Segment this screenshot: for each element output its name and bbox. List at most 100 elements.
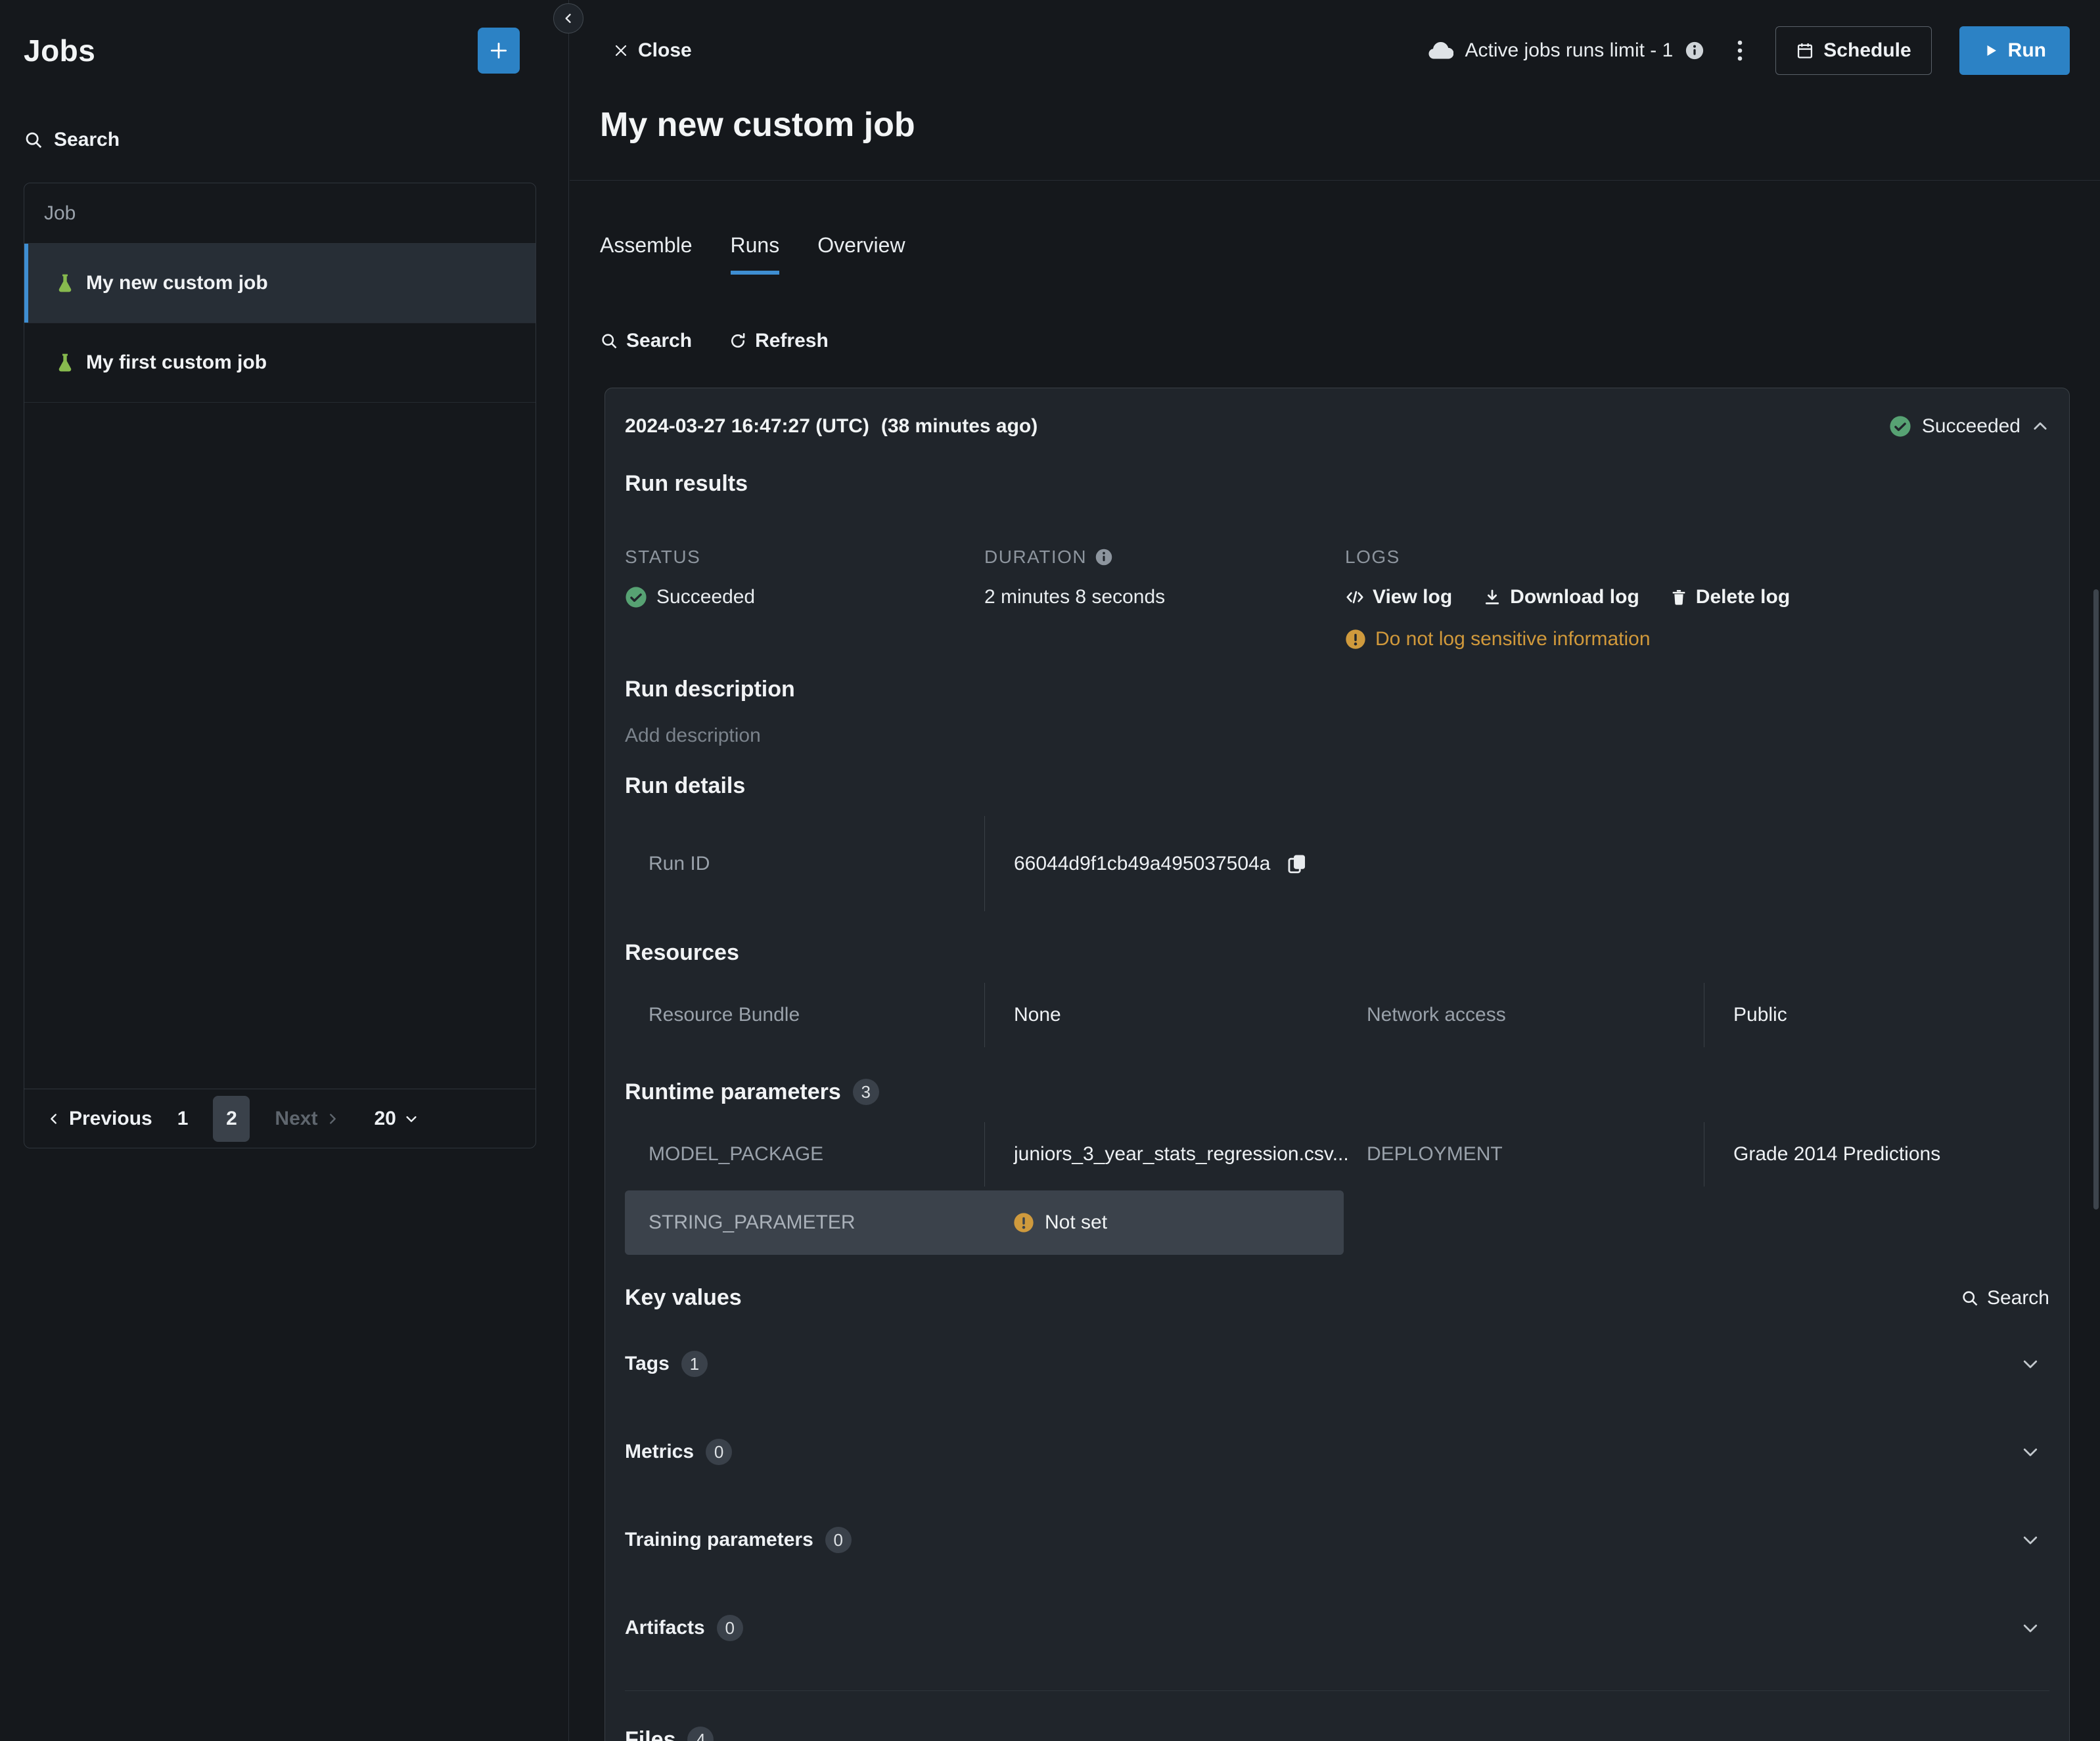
pagination-next-label: Next	[275, 1108, 317, 1130]
copy-run-id-button[interactable]	[1286, 853, 1308, 875]
copy-icon	[1286, 853, 1308, 875]
status-value-text: Succeeded	[656, 586, 755, 608]
key-values-heading: Key values	[625, 1285, 742, 1311]
schedule-button[interactable]: Schedule	[1775, 26, 1931, 75]
key-values-search-button[interactable]: Search	[1961, 1287, 2049, 1309]
logs-column-label: LOGS	[1345, 527, 2049, 568]
job-list-item-selected[interactable]: My new custom job	[24, 244, 536, 323]
jobs-list-empty-space	[24, 403, 536, 1089]
run-timestamp-ago: (38 minutes ago)	[881, 415, 1038, 438]
check-circle-icon	[625, 586, 647, 608]
run-timestamp: 2024-03-27 16:47:27 (UTC) (38 minutes ag…	[625, 415, 1038, 438]
trash-icon	[1670, 588, 1688, 606]
runtime-parameters-heading: Runtime parameters 3	[625, 1079, 2049, 1105]
pagination-next-button[interactable]: Next	[275, 1108, 340, 1130]
more-options-menu-button[interactable]	[1732, 39, 1748, 62]
run-button[interactable]: Run	[1959, 26, 2070, 75]
runtime-parameters-count-badge: 3	[853, 1079, 879, 1105]
job-list-item[interactable]: My first custom job	[24, 323, 536, 403]
artifacts-section-toggle[interactable]: Artifacts 0	[625, 1584, 2049, 1672]
tab-runs[interactable]: Runs	[731, 233, 780, 275]
download-icon	[1482, 587, 1502, 607]
log-sensitive-warning-text: Do not log sensitive information	[1375, 628, 1651, 650]
resource-bundle-label: Resource Bundle	[625, 983, 984, 1047]
run-id-value-cell: 66044d9f1cb49a495037504a	[984, 816, 1367, 911]
search-icon	[1961, 1289, 1979, 1307]
tags-section-toggle[interactable]: Tags 1	[625, 1320, 2049, 1408]
pagination-previous-label: Previous	[69, 1108, 152, 1130]
search-icon	[600, 332, 618, 350]
close-icon	[613, 43, 629, 58]
active-jobs-limit-label: Active jobs runs limit - 1	[1465, 39, 1674, 62]
chevron-down-icon	[2020, 1618, 2040, 1638]
info-icon[interactable]	[1095, 548, 1113, 566]
page-title: My new custom job	[600, 105, 2070, 145]
close-label: Close	[638, 39, 692, 62]
delete-log-button[interactable]: Delete log	[1670, 586, 1790, 608]
flask-icon	[55, 273, 76, 294]
job-detail-panel: Close Active jobs runs limit - 1 Schedul	[570, 0, 2100, 1741]
tags-count-badge: 1	[681, 1351, 708, 1377]
string-parameter-key: STRING_PARAMETER	[625, 1211, 984, 1234]
jobs-pagination: Previous 1 2 Next 20	[24, 1089, 536, 1148]
pagination-page-2-current[interactable]: 2	[213, 1096, 250, 1142]
artifacts-label: Artifacts	[625, 1617, 705, 1639]
pagination-page-size-value: 20	[374, 1108, 396, 1130]
download-log-label: Download log	[1510, 586, 1639, 608]
close-button[interactable]: Close	[613, 39, 692, 62]
sidebar-title: Jobs	[24, 33, 95, 68]
files-count-badge: 4	[687, 1727, 714, 1741]
download-log-button[interactable]: Download log	[1482, 586, 1639, 608]
runs-search-button[interactable]: Search	[600, 330, 692, 352]
metrics-section-toggle[interactable]: Metrics 0	[625, 1408, 2049, 1496]
run-details-heading: Run details	[625, 773, 2049, 799]
pagination-page-1[interactable]: 1	[177, 1108, 189, 1130]
tags-label: Tags	[625, 1353, 670, 1375]
vertical-scrollbar[interactable]	[2093, 589, 2099, 1210]
calendar-icon	[1796, 41, 1814, 60]
run-id-value: 66044d9f1cb49a495037504a	[1014, 853, 1270, 875]
warning-icon	[1345, 629, 1366, 650]
duration-column-label: DURATION	[984, 527, 1345, 568]
sidebar-search[interactable]: Search	[24, 129, 120, 151]
deployment-key: DEPLOYMENT	[1367, 1122, 1704, 1187]
run-status-badge[interactable]: Succeeded	[1889, 415, 2049, 438]
jobs-sidebar: Jobs Search Job My new custom job My fir…	[0, 0, 569, 1741]
job-item-label: My new custom job	[86, 272, 268, 294]
info-icon[interactable]	[1685, 41, 1704, 60]
sidebar-collapse-button[interactable]	[553, 3, 583, 34]
chevron-down-icon	[2020, 1354, 2040, 1374]
chevron-up-icon[interactable]	[2031, 417, 2049, 436]
delete-log-label: Delete log	[1696, 586, 1790, 608]
model-package-key: MODEL_PACKAGE	[625, 1122, 984, 1187]
deployment-value: Grade 2014 Predictions	[1704, 1122, 2049, 1187]
runs-refresh-button[interactable]: Refresh	[729, 330, 829, 352]
pagination-page-size-select[interactable]: 20	[374, 1108, 418, 1130]
flask-icon	[55, 352, 76, 373]
resource-bundle-value: None	[984, 983, 1367, 1047]
job-tabs: Assemble Runs Overview	[600, 233, 2100, 275]
log-sensitive-warning[interactable]: Do not log sensitive information	[1345, 608, 2049, 650]
jobs-list-panel: Job My new custom job My first custom jo…	[24, 183, 536, 1148]
tab-overview[interactable]: Overview	[817, 233, 905, 275]
run-description-heading: Run description	[625, 677, 2049, 702]
runs-search-label: Search	[626, 330, 692, 352]
add-description-field[interactable]: Add description	[625, 725, 2049, 747]
play-icon	[1983, 43, 1999, 58]
run-label: Run	[2008, 39, 2046, 62]
schedule-label: Schedule	[1823, 39, 1911, 62]
add-job-button[interactable]	[478, 28, 520, 74]
pagination-previous-button[interactable]: Previous	[47, 1108, 152, 1130]
plus-icon	[488, 39, 510, 62]
run-timestamp-utc: 2024-03-27 16:47:27 (UTC)	[625, 415, 869, 438]
jobs-list-header: Job	[24, 183, 536, 244]
training-parameters-section-toggle[interactable]: Training parameters 0	[625, 1496, 2049, 1584]
tab-assemble[interactable]: Assemble	[600, 233, 693, 275]
sidebar-search-label: Search	[54, 129, 120, 151]
key-values-sections: Tags 1 Metrics 0 Training parameters	[625, 1320, 2049, 1672]
view-log-button[interactable]: View log	[1345, 586, 1452, 608]
string-parameter-row-highlighted[interactable]: STRING_PARAMETER Not set	[625, 1190, 1344, 1255]
check-circle-icon	[1889, 415, 1911, 438]
run-results-grid: STATUS DURATION LOGS Succeeded 2 minutes…	[625, 527, 2049, 650]
metrics-count-badge: 0	[706, 1439, 732, 1465]
